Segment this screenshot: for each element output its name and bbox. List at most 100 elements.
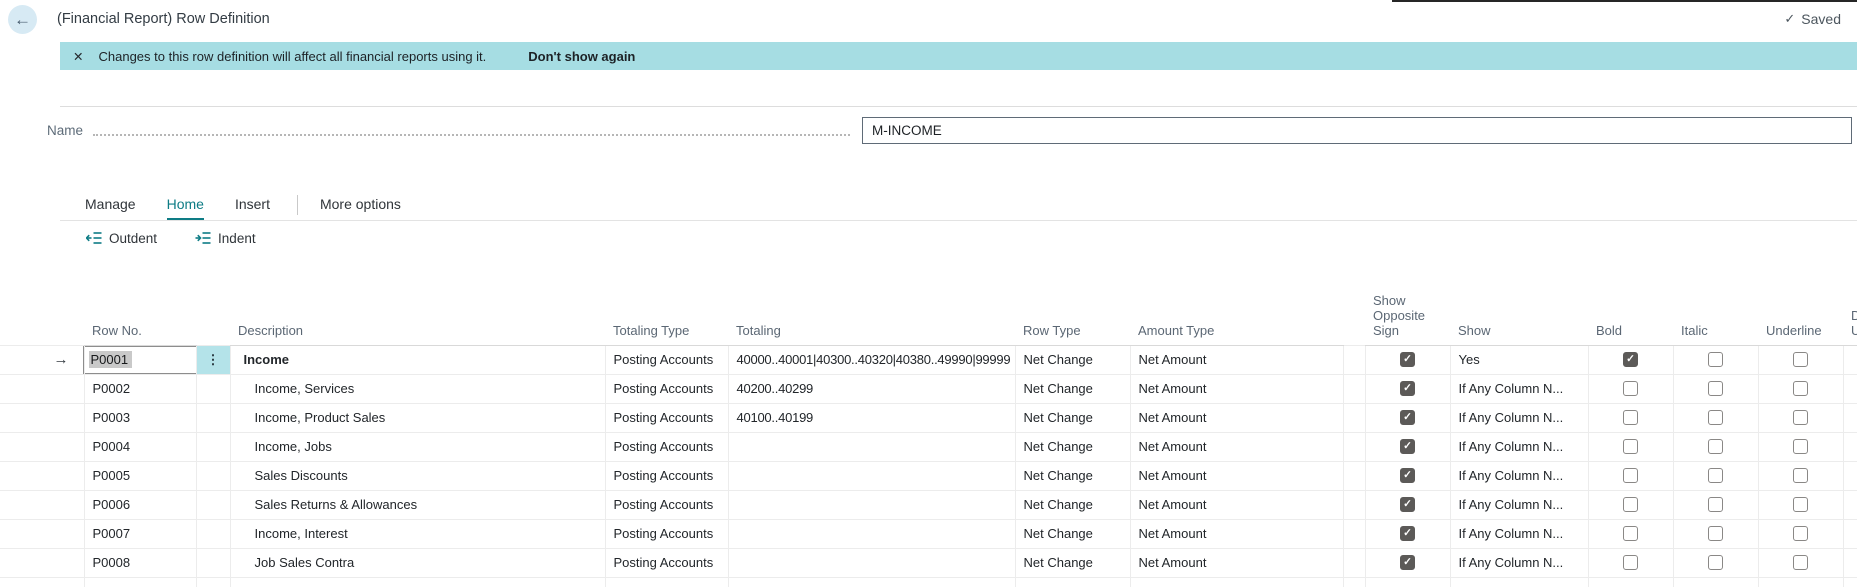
show-cell[interactable]: If Any Column N... [1449,547,1589,578]
totaling-type-cell[interactable]: Posting Accounts [604,547,729,578]
show-opposite-sign-checkbox[interactable]: ✓ [1400,410,1415,425]
bold-cell[interactable] [1587,402,1674,433]
show-opposite-sign-cell[interactable]: ✓ [1364,518,1451,549]
row-type-cell[interactable]: Net Change [1014,373,1131,404]
italic-cell[interactable] [1672,547,1759,578]
totaling-type-cell[interactable]: Posting Accounts [604,489,729,520]
empty-cell[interactable] [1842,576,1857,587]
column-header-description[interactable]: Description [230,250,605,346]
empty-cell[interactable] [604,576,729,587]
empty-cell[interactable] [1672,576,1759,587]
bold-cell[interactable] [1587,460,1674,491]
totaling-type-cell[interactable]: Posting Accounts [604,402,729,433]
bold-cell[interactable]: ✓ [1587,344,1674,375]
double-underline-cell[interactable] [1842,460,1857,491]
row-selector-cell[interactable] [0,460,85,491]
column-header-show[interactable]: Show [1450,250,1588,346]
row-menu-button[interactable]: ⋮ [207,352,220,367]
empty-cell[interactable] [1364,576,1451,587]
description-cell[interactable]: Sales Discounts [229,460,606,491]
row-type-cell[interactable]: Net Change [1014,547,1131,578]
tab-home[interactable]: Home [166,196,204,220]
italic-cell[interactable] [1672,344,1759,375]
double-underline-cell[interactable] [1842,431,1857,462]
row-no-cell[interactable]: P0006 [83,489,197,520]
double-underline-cell[interactable] [1842,344,1857,375]
bold-cell[interactable] [1587,489,1674,520]
underline-checkbox[interactable] [1793,526,1808,541]
underline-cell[interactable] [1757,402,1844,433]
italic-checkbox[interactable] [1708,439,1723,454]
empty-cell[interactable] [1587,576,1674,587]
description-cell[interactable]: Income, Product Sales [229,402,606,433]
italic-cell[interactable] [1672,489,1759,520]
double-underline-cell[interactable] [1842,373,1857,404]
row-no-input[interactable]: P0001 [82,345,198,374]
totaling-cell[interactable] [727,547,1016,578]
italic-checkbox[interactable] [1708,352,1723,367]
spacer-cell[interactable] [1342,489,1366,520]
column-header-totaling-type[interactable]: Totaling Type [605,250,728,346]
bold-checkbox[interactable] [1623,555,1638,570]
show-opposite-sign-cell[interactable]: ✓ [1364,460,1451,491]
underline-checkbox[interactable] [1793,352,1808,367]
current-row-arrow-cell[interactable]: → [0,344,85,375]
bold-cell[interactable] [1587,547,1674,578]
outdent-button[interactable]: Outdent [86,230,157,246]
spacer-cell[interactable] [1342,431,1366,462]
underline-checkbox[interactable] [1793,468,1808,483]
show-cell[interactable]: If Any Column N... [1449,373,1589,404]
row-menu-cell[interactable] [195,547,231,578]
column-header-totaling[interactable]: Totaling [728,250,1015,346]
row-type-cell[interactable]: Net Change [1014,460,1131,491]
italic-cell[interactable] [1672,518,1759,549]
show-opposite-sign-cell[interactable]: ✓ [1364,489,1451,520]
empty-cell[interactable] [195,576,231,587]
empty-cell[interactable] [0,576,85,587]
amount-type-cell[interactable]: Net Amount [1129,489,1344,520]
underline-cell[interactable] [1757,373,1844,404]
bold-checkbox[interactable] [1623,497,1638,512]
totaling-cell[interactable] [727,489,1016,520]
underline-checkbox[interactable] [1793,410,1808,425]
totaling-cell[interactable]: 40100..40199 [727,402,1016,433]
row-type-cell[interactable]: Net Change [1014,489,1131,520]
row-menu-cell[interactable] [195,402,231,433]
show-cell[interactable]: If Any Column N... [1449,402,1589,433]
italic-checkbox[interactable] [1708,410,1723,425]
show-opposite-sign-cell[interactable]: ✓ [1364,402,1451,433]
row-selector-cell[interactable] [0,489,85,520]
show-cell[interactable]: If Any Column N... [1449,489,1589,520]
description-cell[interactable]: Income, Jobs [229,431,606,462]
italic-cell[interactable] [1672,402,1759,433]
description-cell[interactable]: Job Sales Contra [229,547,606,578]
totaling-type-cell[interactable]: Posting Accounts [604,460,729,491]
tab-manage[interactable]: Manage [85,196,136,220]
bold-checkbox[interactable] [1623,439,1638,454]
bold-cell[interactable] [1587,431,1674,462]
bold-checkbox[interactable] [1623,410,1638,425]
row-menu-cell[interactable] [195,460,231,491]
italic-checkbox[interactable] [1708,497,1723,512]
underline-cell[interactable] [1757,344,1844,375]
row-selector-cell[interactable] [0,431,85,462]
column-header-row-no[interactable]: Row No. [84,250,196,346]
totaling-cell[interactable]: 40000..40001|40300..40320|40380..49990|9… [727,344,1016,375]
italic-cell[interactable] [1672,431,1759,462]
row-selector-cell[interactable] [0,547,85,578]
show-opposite-sign-checkbox[interactable]: ✓ [1400,497,1415,512]
empty-cell[interactable] [1014,576,1131,587]
row-selector-cell[interactable] [0,402,85,433]
underline-checkbox[interactable] [1793,497,1808,512]
empty-cell[interactable] [1449,576,1589,587]
amount-type-cell[interactable]: Net Amount [1129,460,1344,491]
spacer-cell[interactable] [1342,547,1366,578]
row-no-cell[interactable]: P0001 [82,344,198,375]
amount-type-cell[interactable]: Net Amount [1129,547,1344,578]
column-header-bold[interactable]: Bold [1588,250,1673,346]
row-no-cell[interactable]: P0003 [83,402,197,433]
underline-cell[interactable] [1757,518,1844,549]
row-menu-cell[interactable] [195,431,231,462]
row-no-cell[interactable]: P0004 [83,431,197,462]
column-header-italic[interactable]: Italic [1673,250,1758,346]
